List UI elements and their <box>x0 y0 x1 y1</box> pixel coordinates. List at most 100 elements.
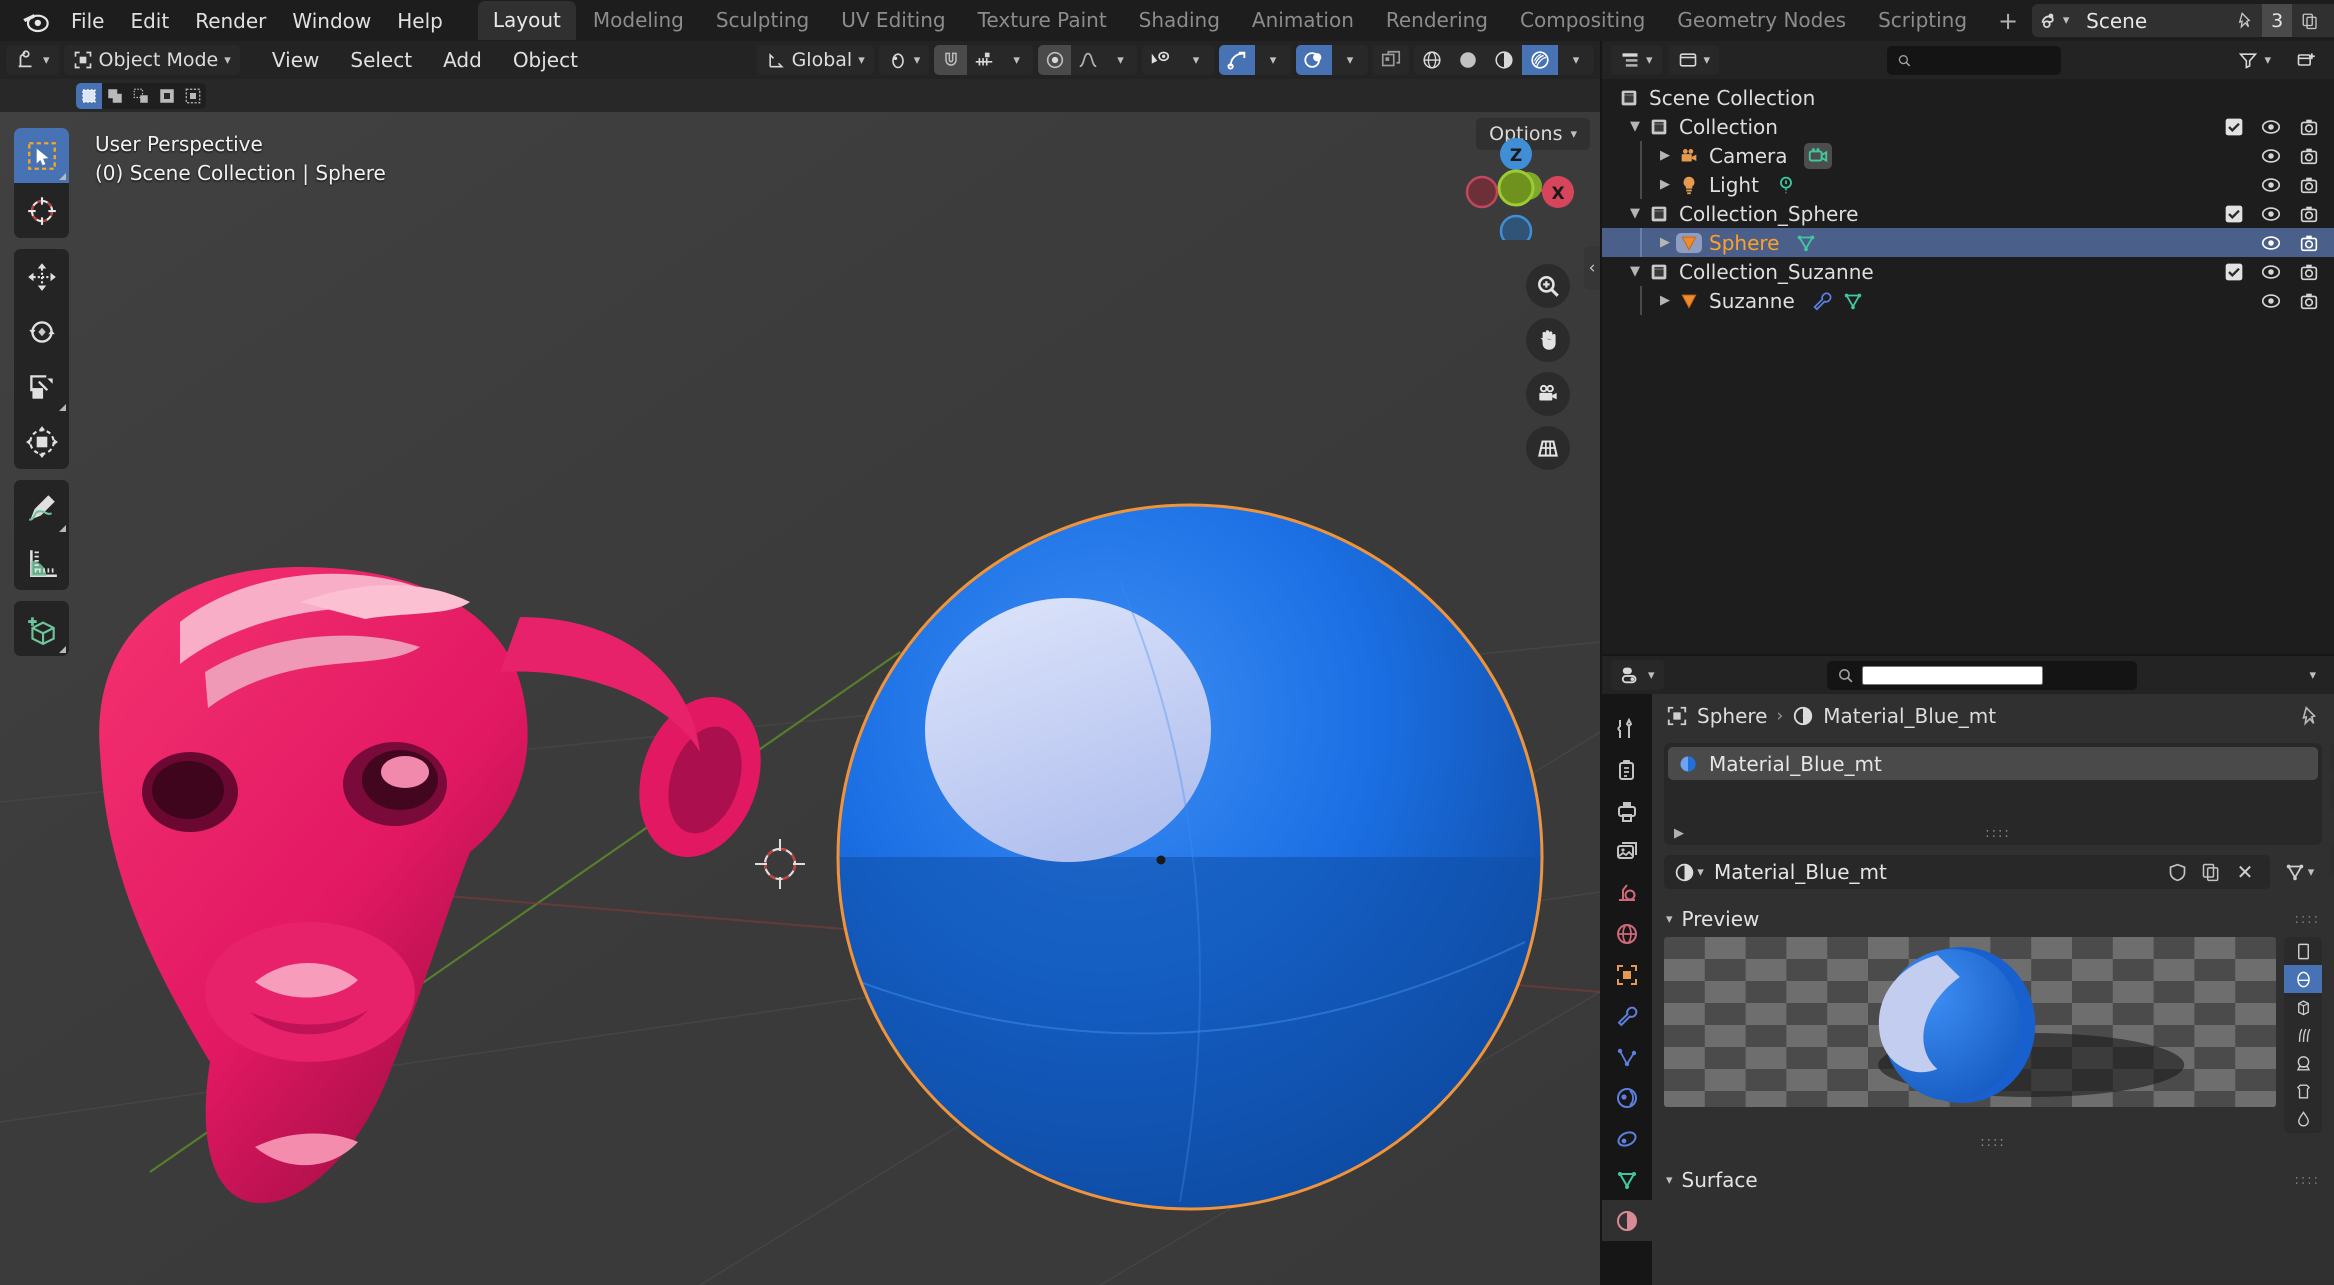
workspace-tab-rendering[interactable]: Rendering <box>1371 1 1503 40</box>
shading-rendered-icon[interactable] <box>1522 45 1558 75</box>
panel-header-preview[interactable]: ▾ Preview :::: <box>1652 901 2334 937</box>
menu-file[interactable]: File <box>58 4 117 38</box>
editor-type-outliner-icon[interactable]: ▾ <box>1611 45 1662 75</box>
remove-material-slot-button[interactable]: − <box>2329 778 2334 810</box>
shading-material-preview-icon[interactable] <box>1486 45 1522 75</box>
checkbox-exclude[interactable] <box>2224 204 2244 224</box>
viewport-menu-view[interactable]: View <box>259 44 332 76</box>
pin-icon[interactable] <box>2226 4 2262 37</box>
pin-icon[interactable] <box>2298 705 2320 727</box>
camera-data-icon[interactable] <box>1804 143 1832 169</box>
workspace-tab-sculpting[interactable]: Sculpting <box>701 1 824 40</box>
breadcrumb-object-label[interactable]: Sphere <box>1697 704 1767 728</box>
breadcrumb-material-label[interactable]: Material_Blue_mt <box>1823 704 1996 728</box>
transform-orientation-selector[interactable]: Global ▾ <box>757 45 874 75</box>
camera-render-visibility-icon[interactable] <box>2298 174 2320 196</box>
properties-tab-modifiers[interactable] <box>1602 995 1652 1036</box>
scene-icon[interactable]: ▾ <box>2032 4 2076 37</box>
shading-dropdown-chevron-icon[interactable]: ▾ <box>1558 45 1594 75</box>
snap-magnet-icon[interactable] <box>934 45 967 75</box>
scene-close-button[interactable]: ✕ <box>2328 4 2334 37</box>
new-collection-icon[interactable] <box>2287 45 2325 75</box>
shading-wireframe-icon[interactable] <box>1414 45 1450 75</box>
filter-funnel-icon[interactable]: ▾ <box>2229 45 2280 75</box>
scene-selector[interactable]: ▾ Scene 3 ✕ <box>2032 4 2334 37</box>
material-preview-image[interactable] <box>1664 937 2276 1107</box>
properties-search-input[interactable] <box>1862 666 2043 685</box>
select-subtract-icon[interactable] <box>128 83 154 109</box>
outliner-row-suzanne[interactable]: ▶ Suzanne <box>1602 286 2334 315</box>
menu-edit[interactable]: Edit <box>117 4 182 38</box>
properties-tab-constraints[interactable] <box>1602 1118 1652 1159</box>
annotate-tool[interactable] <box>14 480 69 535</box>
xray-toggle-icon[interactable] <box>1373 45 1409 75</box>
transform-tool[interactable] <box>14 414 69 469</box>
gizmo-icon[interactable] <box>1219 45 1255 75</box>
preview-shaderball-icon[interactable] <box>2284 1049 2322 1077</box>
add-workspace-button[interactable]: + <box>1984 5 2032 37</box>
eye-visibility-icon[interactable] <box>2260 145 2282 167</box>
sidebar-toggle-button[interactable]: ‹ <box>1584 246 1600 290</box>
viewport-menu-select[interactable]: Select <box>337 44 425 76</box>
preview-cloth-icon[interactable] <box>2284 1077 2322 1105</box>
outliner-row-scene-collection[interactable]: Scene Collection <box>1602 83 2334 112</box>
pan-hand-icon[interactable] <box>1526 318 1570 362</box>
scene-name[interactable]: Scene <box>2076 4 2226 37</box>
select-set-icon[interactable] <box>76 83 102 109</box>
material-datablock-field[interactable]: ▾ Material_Blue_mt <box>1664 855 2270 889</box>
eye-visibility-icon[interactable] <box>2260 261 2282 283</box>
menu-render[interactable]: Render <box>182 4 279 38</box>
mesh-data-icon[interactable] <box>1795 232 1817 254</box>
panel-drag-dots-icon[interactable]: :::: <box>2294 912 2320 927</box>
shield-fake-user-icon[interactable] <box>2160 855 2194 889</box>
disclosure-triangle-icon[interactable]: ▼ <box>1624 206 1646 221</box>
properties-tab-physics[interactable] <box>1602 1077 1652 1118</box>
cursor-tool[interactable] <box>14 183 69 238</box>
workspace-tab-animation[interactable]: Animation <box>1237 1 1369 40</box>
snap-dropdown-chevron-icon[interactable]: ▾ <box>1000 45 1033 75</box>
editor-type-properties-icon[interactable]: ▾ <box>1611 660 1664 690</box>
properties-tab-data[interactable] <box>1602 1159 1652 1200</box>
workspace-tab-scripting[interactable]: Scripting <box>1863 1 1982 40</box>
shading-solid-icon[interactable] <box>1450 45 1486 75</box>
eye-visibility-icon[interactable] <box>2260 232 2282 254</box>
workspace-tab-modeling[interactable]: Modeling <box>578 1 699 40</box>
disclosure-triangle-icon[interactable]: ▶ <box>1654 148 1676 163</box>
properties-tab-render[interactable] <box>1602 749 1652 790</box>
disclosure-triangle-icon[interactable]: ▶ <box>1654 293 1676 308</box>
properties-tab-tool[interactable] <box>1602 708 1652 749</box>
preview-cube-icon[interactable] <box>2284 993 2322 1021</box>
menu-window[interactable]: Window <box>279 4 384 38</box>
select-extend-icon[interactable] <box>102 83 128 109</box>
outliner-row-light[interactable]: ▶ Light <box>1602 170 2334 199</box>
properties-search[interactable] <box>1827 661 2137 690</box>
add-cube-tool[interactable] <box>14 601 69 656</box>
blender-logo-icon[interactable] <box>20 4 50 38</box>
material-slot-row[interactable]: Material_Blue_mt <box>1668 747 2318 780</box>
snap-increment-icon[interactable] <box>967 45 1000 75</box>
scene-users-count[interactable]: 3 <box>2262 4 2292 37</box>
properties-tab-particles[interactable] <box>1602 1036 1652 1077</box>
properties-tab-material[interactable] <box>1602 1200 1652 1241</box>
zoom-icon[interactable] <box>1526 264 1570 308</box>
disclosure-right-icon[interactable]: ▶ <box>1674 826 1684 841</box>
outliner-display-mode-icon[interactable]: ▾ <box>1669 45 1720 75</box>
workspace-tab-layout[interactable]: Layout <box>478 1 576 40</box>
properties-tab-output[interactable] <box>1602 790 1652 831</box>
light-data-icon[interactable] <box>1775 174 1797 196</box>
camera-view-icon[interactable] <box>1526 372 1570 416</box>
material-slot-list[interactable]: Material_Blue_mt ▶ :::: + − ▾ <box>1664 743 2322 845</box>
disclosure-triangle-icon[interactable]: ▶ <box>1654 235 1676 250</box>
preview-sphere-icon[interactable] <box>2284 965 2322 993</box>
workspace-tab-geometry-nodes[interactable]: Geometry Nodes <box>1662 1 1861 40</box>
navigation-gizmo[interactable]: Z X Y <box>1464 130 1574 240</box>
select-intersect-icon[interactable] <box>180 83 206 109</box>
duplicate-icon[interactable] <box>2292 4 2328 37</box>
falloff-smooth-icon[interactable] <box>1071 45 1104 75</box>
preview-fluid-icon[interactable] <box>2284 1105 2322 1133</box>
workspace-tab-shading[interactable]: Shading <box>1124 1 1235 40</box>
eye-visibility-icon[interactable] <box>2260 290 2282 312</box>
panel-header-surface[interactable]: ▾ Surface :::: <box>1652 1162 2334 1198</box>
move-tool[interactable] <box>14 249 69 304</box>
material-slot-specials-chevron-icon[interactable]: ▾ <box>2329 843 2334 875</box>
